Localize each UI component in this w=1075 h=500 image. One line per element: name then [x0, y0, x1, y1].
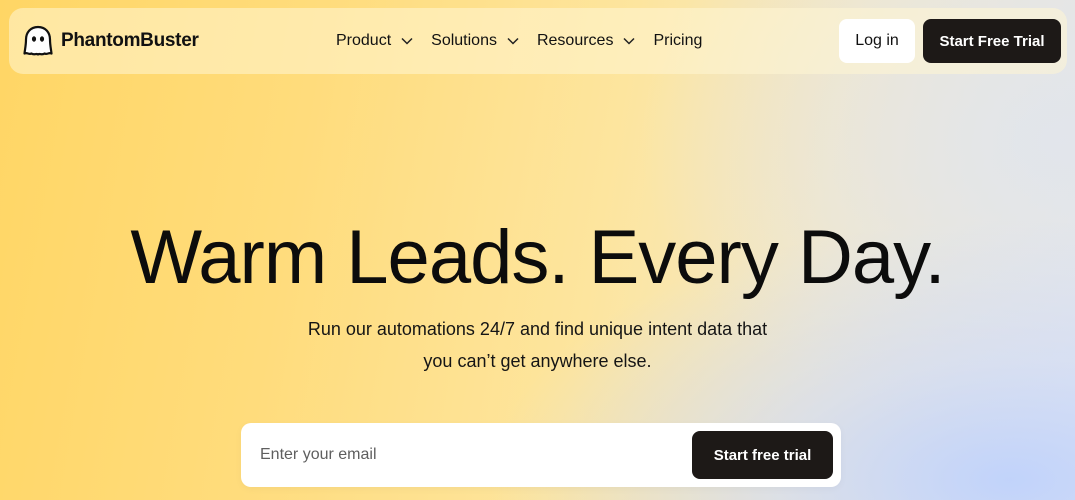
hero-subtitle-line-1: Run our automations 24/7 and find unique…	[307, 319, 768, 339]
start-free-trial-form-button[interactable]: Start free trial	[692, 431, 833, 479]
nav-item-label: Product	[336, 32, 392, 49]
main-nav: Product Solutions Resources Pricing	[336, 8, 702, 74]
brand-logo-link[interactable]: PhantomBuster	[23, 25, 199, 57]
chevron-down-icon	[507, 37, 519, 45]
login-button[interactable]: Log in	[839, 19, 915, 63]
top-navbar: PhantomBuster Product Solutions Resource…	[9, 8, 1067, 74]
chevron-down-icon	[623, 37, 635, 45]
nav-item-solutions[interactable]: Solutions	[431, 32, 519, 50]
hero-subtitle-line-2: you can’t get anywhere else.	[423, 351, 652, 371]
brand-name: PhantomBuster	[61, 30, 199, 51]
hero-title: Warm Leads. Every Day.	[130, 215, 945, 300]
email-input[interactable]	[241, 423, 681, 487]
nav-item-label: Resources	[536, 32, 614, 49]
nav-item-label: Pricing	[653, 32, 703, 49]
nav-item-label: Solutions	[431, 32, 497, 49]
start-free-trial-button[interactable]: Start Free Trial	[923, 19, 1061, 63]
nav-item-resources[interactable]: Resources	[537, 32, 635, 50]
nav-item-product[interactable]: Product	[336, 32, 413, 50]
email-signup-form: Start free trial	[241, 423, 841, 487]
chevron-down-icon	[401, 37, 413, 45]
hero-subtitle: Run our automations 24/7 and find unique…	[0, 313, 1075, 377]
ghost-icon	[23, 25, 53, 56]
nav-item-pricing[interactable]: Pricing	[653, 32, 702, 50]
